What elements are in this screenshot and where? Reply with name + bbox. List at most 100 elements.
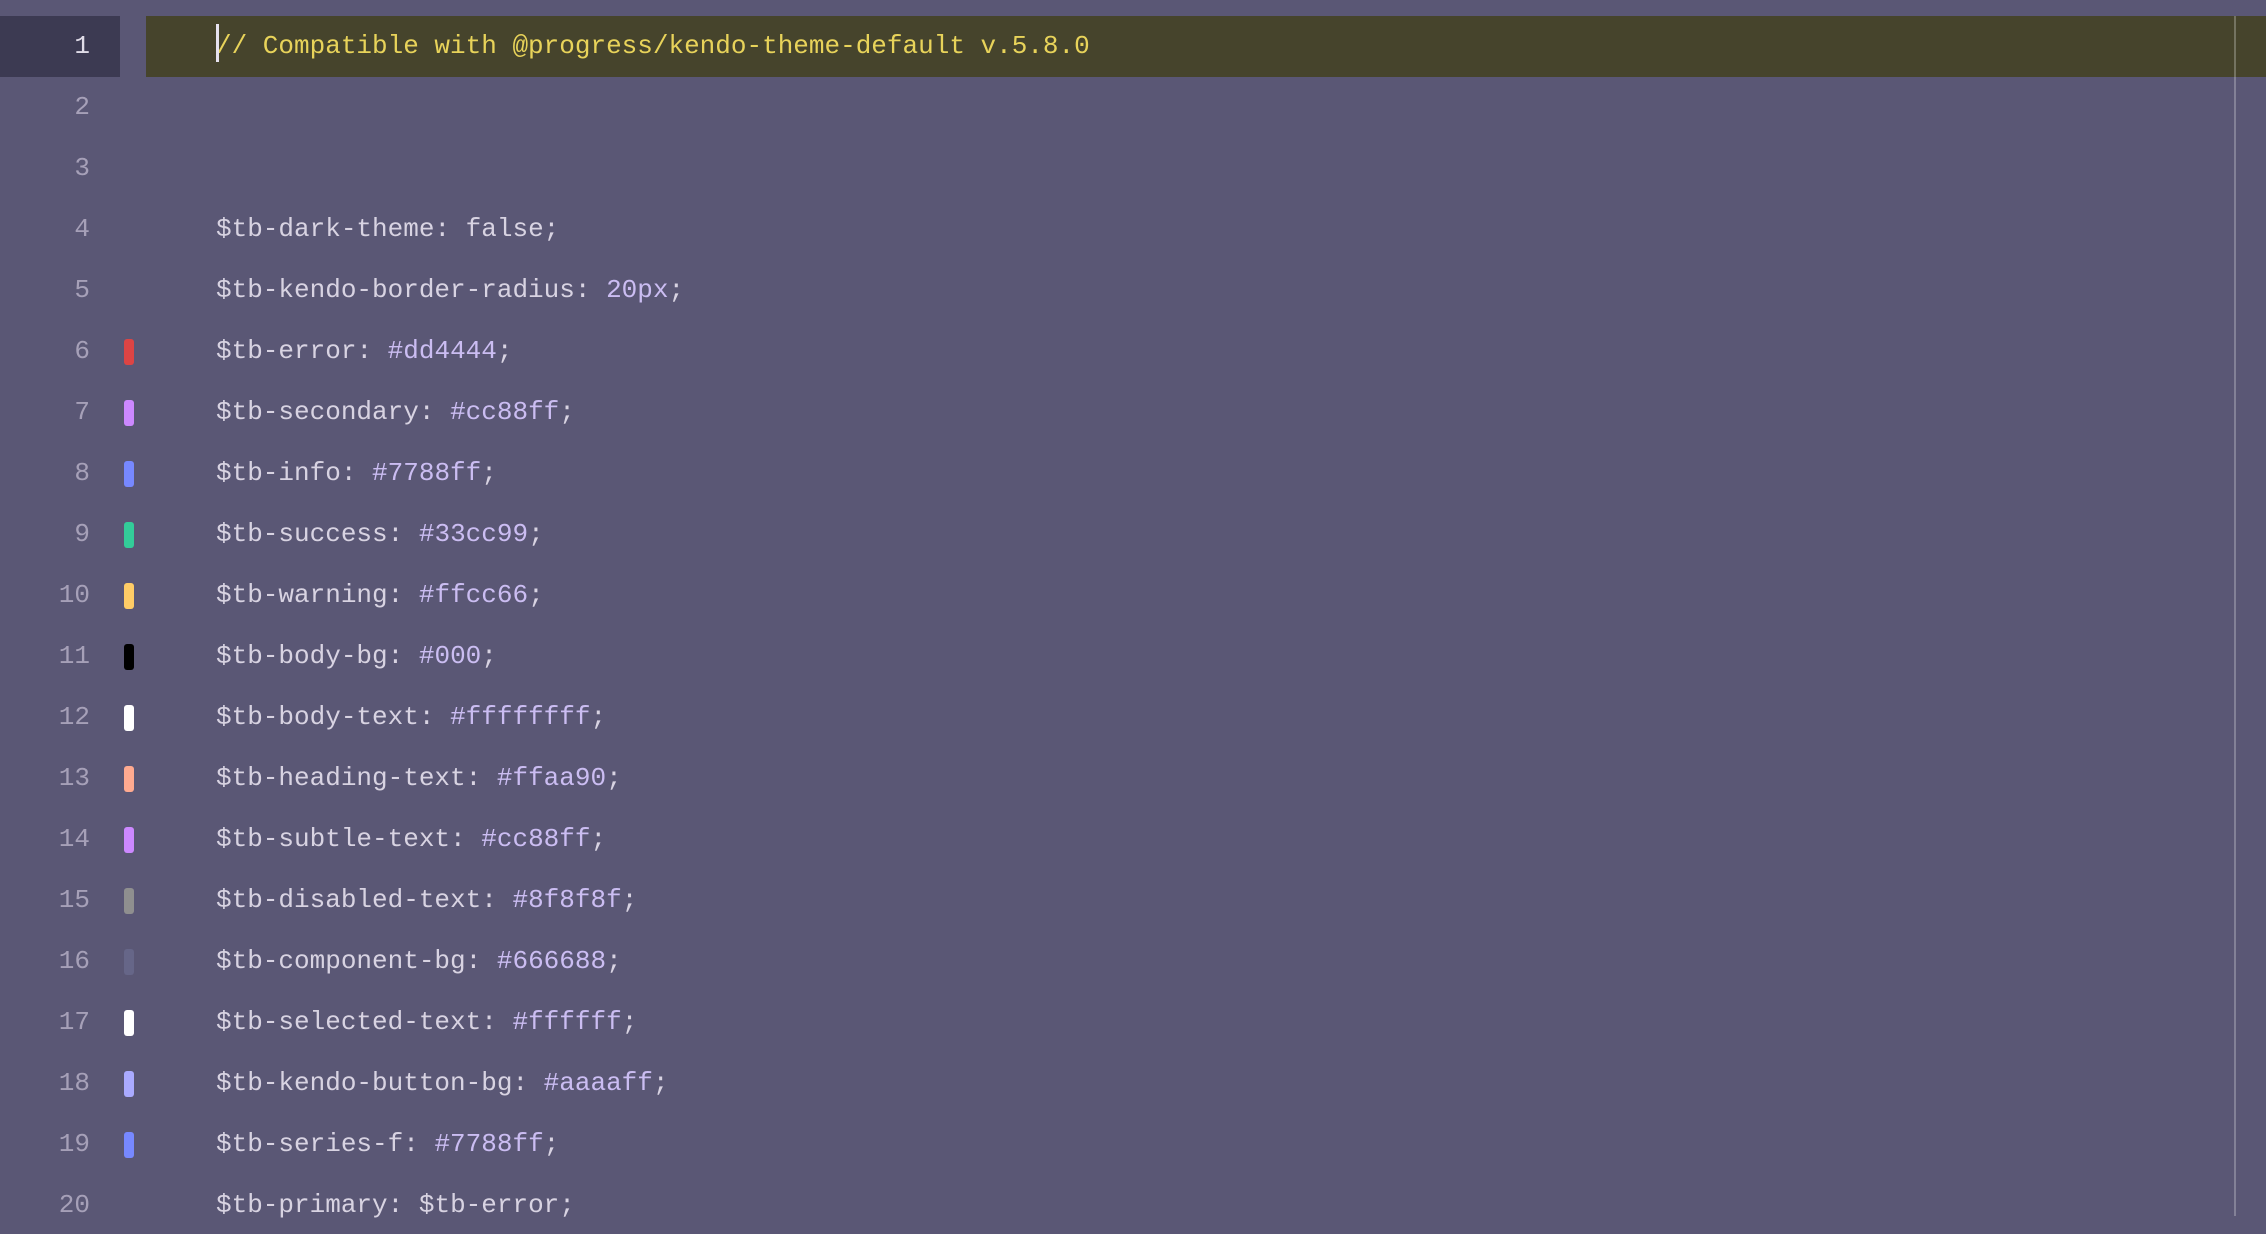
swatch-row bbox=[120, 138, 146, 199]
code-line[interactable]: $tb-body-bg: #000; bbox=[146, 626, 2266, 687]
code-token: ; bbox=[528, 580, 544, 610]
line-number: 7 bbox=[0, 382, 120, 443]
code-token: $tb-kendo-button-bg bbox=[216, 1068, 512, 1098]
code-token: : bbox=[481, 1007, 512, 1037]
code-token: : bbox=[419, 702, 450, 732]
code-line[interactable] bbox=[146, 77, 2266, 138]
line-number: 2 bbox=[0, 77, 120, 138]
code-token: $tb-info bbox=[216, 458, 341, 488]
code-token: ; bbox=[559, 1190, 575, 1220]
code-token: #ffffffff bbox=[450, 702, 590, 732]
code-token: #ffaa90 bbox=[497, 763, 606, 793]
code-token: ; bbox=[622, 885, 638, 915]
code-line[interactable]: $tb-selected-text: #ffffff; bbox=[146, 992, 2266, 1053]
code-token: ; bbox=[528, 519, 544, 549]
code-line[interactable]: $tb-success: #33cc99; bbox=[146, 504, 2266, 565]
code-token: ; bbox=[559, 397, 575, 427]
code-token: : bbox=[575, 275, 606, 305]
code-line[interactable]: $tb-info: #7788ff; bbox=[146, 443, 2266, 504]
swatch-row bbox=[120, 748, 146, 809]
code-line[interactable]: $tb-kendo-button-bg: #aaaaff; bbox=[146, 1053, 2266, 1114]
code-token: ; bbox=[590, 824, 606, 854]
line-number: 4 bbox=[0, 199, 120, 260]
color-swatch-icon bbox=[124, 644, 134, 670]
code-line[interactable]: $tb-component-bg: #666688; bbox=[146, 931, 2266, 992]
code-line[interactable]: $tb-subtle-text: #cc88ff; bbox=[146, 809, 2266, 870]
color-swatch-icon bbox=[124, 461, 134, 487]
code-line[interactable]: $tb-body-text: #ffffffff; bbox=[146, 687, 2266, 748]
code-token: $tb-kendo-border-radius bbox=[216, 275, 575, 305]
code-line[interactable]: $tb-error: #dd4444; bbox=[146, 321, 2266, 382]
code-token: ; bbox=[497, 336, 513, 366]
code-token: #000 bbox=[419, 641, 481, 671]
line-number-gutter: 1234567891011121314151617181920 bbox=[0, 0, 120, 1234]
code-line[interactable]: $tb-heading-text: #ffaa90; bbox=[146, 748, 2266, 809]
code-token: $tb-error bbox=[216, 336, 356, 366]
text-cursor bbox=[216, 24, 219, 62]
line-number: 19 bbox=[0, 1114, 120, 1175]
code-token: ; bbox=[591, 702, 607, 732]
color-swatch-icon bbox=[124, 1071, 134, 1097]
line-number: 1 bbox=[0, 16, 120, 77]
color-swatch-icon bbox=[124, 1010, 134, 1036]
color-swatch-icon bbox=[124, 339, 134, 365]
code-editor[interactable]: 1234567891011121314151617181920 // Compa… bbox=[0, 0, 2266, 1234]
swatch-row bbox=[120, 504, 146, 565]
code-token: false bbox=[466, 214, 544, 244]
swatch-row bbox=[120, 626, 146, 687]
code-token: : bbox=[388, 519, 419, 549]
code-line[interactable]: $tb-secondary: #cc88ff; bbox=[146, 382, 2266, 443]
code-token: ; bbox=[622, 1007, 638, 1037]
swatch-row bbox=[120, 1053, 146, 1114]
code-token: ; bbox=[481, 641, 497, 671]
code-token: #ffffff bbox=[512, 1007, 621, 1037]
swatch-row bbox=[120, 321, 146, 382]
swatch-row bbox=[120, 16, 146, 77]
code-line[interactable]: // Compatible with @progress/kendo-theme… bbox=[146, 16, 2266, 77]
code-line[interactable]: $tb-kendo-border-radius: 20px; bbox=[146, 260, 2266, 321]
code-token: $tb-subtle-text bbox=[216, 824, 450, 854]
swatch-row bbox=[120, 1175, 146, 1234]
code-token: ; bbox=[669, 275, 685, 305]
line-number: 18 bbox=[0, 1053, 120, 1114]
code-line[interactable]: $tb-series-f: #7788ff; bbox=[146, 1114, 2266, 1175]
code-token: #ffcc66 bbox=[419, 580, 528, 610]
scrollbar-track[interactable] bbox=[2234, 16, 2236, 1216]
code-token: $tb-error bbox=[419, 1190, 559, 1220]
code-token: #cc88ff bbox=[481, 824, 590, 854]
code-line[interactable]: $tb-disabled-text: #8f8f8f; bbox=[146, 870, 2266, 931]
code-line[interactable]: $tb-dark-theme: false; bbox=[146, 199, 2266, 260]
color-swatch-icon bbox=[124, 522, 134, 548]
code-token: $tb-body-text bbox=[216, 702, 419, 732]
code-token: : bbox=[434, 214, 465, 244]
line-number: 16 bbox=[0, 931, 120, 992]
code-token: ; bbox=[481, 458, 497, 488]
code-token: ; bbox=[544, 1129, 560, 1159]
color-swatch-icon bbox=[124, 888, 134, 914]
code-token: $tb-disabled-text bbox=[216, 885, 481, 915]
code-area[interactable]: // Compatible with @progress/kendo-theme… bbox=[146, 0, 2266, 1234]
color-swatch-icon bbox=[124, 583, 134, 609]
code-token: $tb-dark-theme bbox=[216, 214, 434, 244]
line-number: 13 bbox=[0, 748, 120, 809]
code-token: $tb-series-f bbox=[216, 1129, 403, 1159]
code-token: #33cc99 bbox=[419, 519, 528, 549]
code-line[interactable]: $tb-warning: #ffcc66; bbox=[146, 565, 2266, 626]
code-token: #aaaaff bbox=[544, 1068, 653, 1098]
code-token: #7788ff bbox=[434, 1129, 543, 1159]
line-number: 6 bbox=[0, 321, 120, 382]
line-number: 14 bbox=[0, 809, 120, 870]
code-token: ; bbox=[653, 1068, 669, 1098]
code-token: #7788ff bbox=[372, 458, 481, 488]
code-token: : bbox=[512, 1068, 543, 1098]
code-line[interactable] bbox=[146, 138, 2266, 199]
color-swatch-gutter bbox=[120, 0, 146, 1234]
color-swatch-icon bbox=[124, 827, 134, 853]
swatch-row bbox=[120, 1114, 146, 1175]
code-token: : bbox=[356, 336, 387, 366]
code-line[interactable]: $tb-primary: $tb-error; bbox=[146, 1175, 2266, 1234]
code-token: $tb-body-bg bbox=[216, 641, 388, 671]
code-token: : bbox=[341, 458, 372, 488]
code-token: ; bbox=[606, 946, 622, 976]
code-token: : bbox=[466, 946, 497, 976]
